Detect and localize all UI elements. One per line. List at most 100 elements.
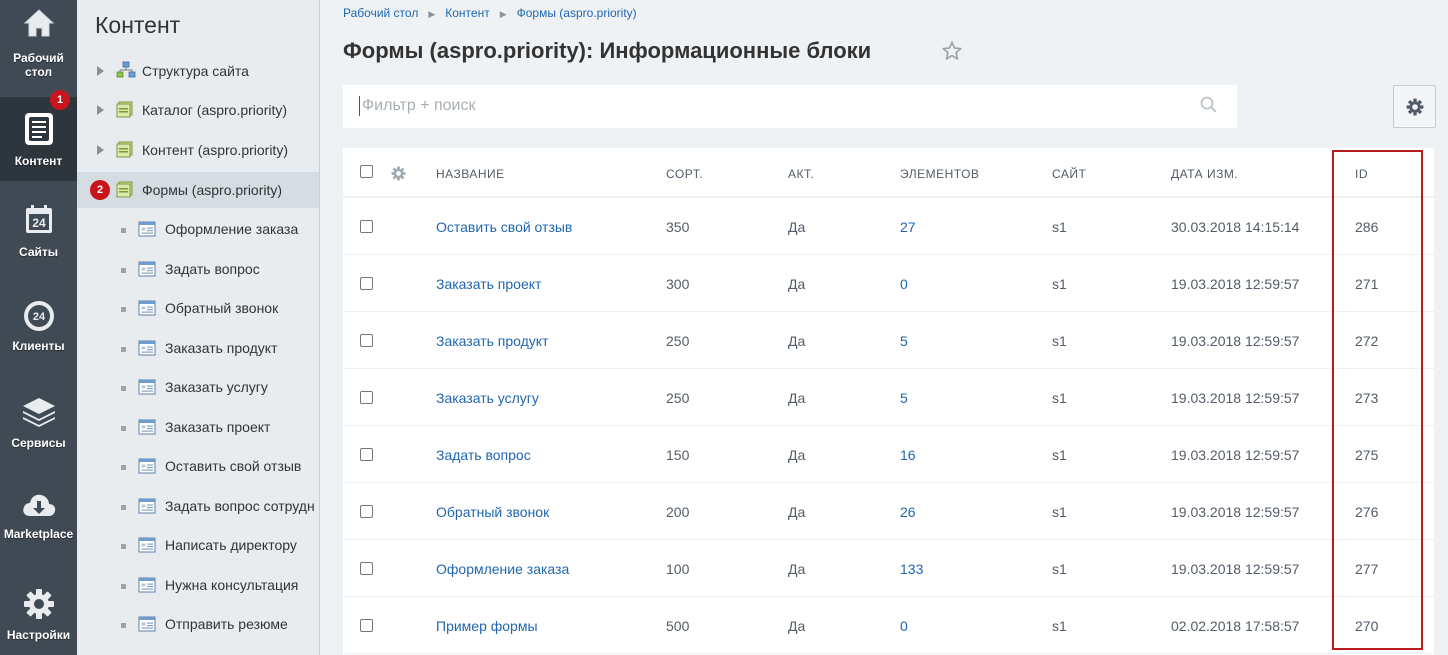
nav-marketplace[interactable]: Marketplace xyxy=(0,482,77,576)
row-sort: 300 xyxy=(666,276,690,292)
iblock-icon xyxy=(138,379,156,395)
table-row[interactable]: Обратный звонок 200 Да 26 s1 19.03.2018 12:59… xyxy=(343,483,1434,540)
tree-subitem[interactable]: Задать вопрос сотрудн xyxy=(77,488,319,524)
nav-services-label: Сервисы xyxy=(11,436,66,450)
row-elements-link[interactable]: 16 xyxy=(900,447,916,463)
tree-subitem[interactable]: Нужна консультация xyxy=(77,567,319,603)
table-row[interactable]: Пример формы 500 Да 0 s1 02.02.2018 17:58:57 2… xyxy=(343,597,1434,654)
row-name-link[interactable]: Пример формы xyxy=(436,618,538,634)
nav-desktop-label-2: стол xyxy=(24,65,53,79)
table-row[interactable]: Оформление заказа 100 Да 133 s1 19.03.2018 12… xyxy=(343,540,1434,597)
nav-desktop[interactable]: Рабочий стол xyxy=(0,0,77,94)
row-checkbox[interactable] xyxy=(360,448,373,461)
row-elements-link[interactable]: 0 xyxy=(900,276,908,292)
nav-desktop-label-1: Рабочий xyxy=(13,51,64,65)
tree-item-site-structure[interactable]: Структура сайта xyxy=(77,53,319,89)
row-site: s1 xyxy=(1052,390,1067,406)
settings-button[interactable] xyxy=(1393,85,1436,128)
filter-search-box[interactable] xyxy=(343,85,1237,128)
column-header-site[interactable]: САЙТ xyxy=(1052,167,1086,181)
row-name-link[interactable]: Задать вопрос xyxy=(436,447,531,463)
row-name-link[interactable]: Оставить свой отзыв xyxy=(436,219,572,235)
tree-subitem[interactable]: Написать директору xyxy=(77,527,319,563)
row-elements-link[interactable]: 26 xyxy=(900,504,916,520)
tree-subitem[interactable]: Обратный звонок xyxy=(77,290,319,326)
row-elements-link[interactable]: 5 xyxy=(900,333,908,349)
tree-item-catalog[interactable]: Каталог (aspro.priority) xyxy=(77,92,319,128)
row-name-link[interactable]: Обратный звонок xyxy=(436,504,549,520)
tree-subitem[interactable]: Заказать услугу xyxy=(77,369,319,405)
bitrix24-icon: 24 xyxy=(23,301,54,331)
row-checkbox[interactable] xyxy=(360,505,373,518)
column-header-date[interactable]: ДАТА ИЗМ. xyxy=(1171,167,1238,181)
row-checkbox[interactable] xyxy=(360,391,373,404)
search-input[interactable] xyxy=(359,96,1179,116)
tree-subitem[interactable]: Заказать продукт xyxy=(77,330,319,366)
tree-item-forms[interactable]: 2 Формы (aspro.priority) xyxy=(77,172,319,208)
tree-subitem[interactable]: Оформление заказа xyxy=(77,211,319,247)
table-row[interactable]: Задать вопрос 150 Да 16 s1 19.03.2018 12:59:5… xyxy=(343,426,1434,483)
nav-services[interactable]: Сервисы xyxy=(0,386,77,480)
iblock-icon xyxy=(138,419,156,434)
favorite-star-icon[interactable] xyxy=(941,40,963,62)
search-icon[interactable] xyxy=(1200,96,1218,114)
table-row[interactable]: Заказать услугу 250 Да 5 s1 19.03.2018 12:59:… xyxy=(343,369,1434,426)
row-checkbox[interactable] xyxy=(360,562,373,575)
svg-text:24: 24 xyxy=(32,216,46,230)
tree-subitem-label: Написать директору xyxy=(165,537,297,553)
breadcrumb-item-forms[interactable]: Формы (aspro.priority) xyxy=(517,6,637,20)
nav-clients-label: Клиенты xyxy=(12,339,65,353)
column-settings-gear-icon[interactable] xyxy=(391,166,406,181)
nav-clients[interactable]: 24 Клиенты xyxy=(0,289,77,383)
breadcrumb-item-content[interactable]: Контент xyxy=(445,6,489,20)
row-elements-link[interactable]: 27 xyxy=(900,219,916,235)
bullet-icon xyxy=(121,544,126,549)
row-name-link[interactable]: Оформление заказа xyxy=(436,561,569,577)
select-all-checkbox[interactable] xyxy=(360,165,373,178)
table-row[interactable]: Заказать продукт 250 Да 5 s1 19.03.2018 12:59… xyxy=(343,312,1434,369)
row-elements-link[interactable]: 133 xyxy=(900,561,923,577)
nav-sites[interactable]: 24 Сайты xyxy=(0,195,77,289)
row-sort: 150 xyxy=(666,447,690,463)
column-header-name[interactable]: НАЗВАНИЕ xyxy=(436,167,505,181)
iblock-table: НАЗВАНИЕ СОРТ. АКТ. ЭЛЕМЕНТОВ САЙТ ДАТА … xyxy=(343,148,1434,655)
row-checkbox[interactable] xyxy=(360,220,373,233)
row-elements-link[interactable]: 5 xyxy=(900,390,908,406)
gear-icon xyxy=(23,589,54,619)
bullet-icon xyxy=(121,346,126,352)
nav-content[interactable]: Контент 1 xyxy=(0,90,77,181)
row-checkbox[interactable] xyxy=(360,334,373,347)
row-name-link[interactable]: Заказать продукт xyxy=(436,333,549,349)
row-active: Да xyxy=(788,561,806,577)
tree-item-label: Структура сайта xyxy=(142,63,249,79)
row-active: Да xyxy=(788,276,806,292)
row-checkbox[interactable] xyxy=(360,619,373,632)
row-checkbox[interactable] xyxy=(360,277,373,290)
tree-subitem[interactable]: Задать вопрос xyxy=(77,251,319,287)
tree-subitem-label: Задать вопрос сотрудн xyxy=(165,497,315,514)
tree-subitem[interactable]: Оставить свой отзыв xyxy=(77,448,319,484)
nav-settings[interactable]: Настройки xyxy=(0,578,77,655)
row-date: 19.03.2018 12:59:57 xyxy=(1171,561,1300,577)
breadcrumb-separator-icon: ▶ xyxy=(499,9,507,19)
expand-arrow-icon[interactable] xyxy=(97,66,104,76)
column-header-sort[interactable]: СОРТ. xyxy=(666,167,703,181)
calendar-24-icon: 24 xyxy=(25,205,52,233)
table-row[interactable]: Заказать проект 300 Да 0 s1 19.03.2018 12:59:… xyxy=(343,255,1434,312)
column-header-elements[interactable]: ЭЛЕМЕНТОВ xyxy=(900,167,979,181)
row-name-link[interactable]: Заказать услугу xyxy=(436,390,539,406)
tree-subitem[interactable]: Заказать проект xyxy=(77,409,319,445)
expand-arrow-icon[interactable] xyxy=(97,105,104,115)
row-sort: 350 xyxy=(666,219,690,235)
tree-item-content[interactable]: Контент (aspro.priority) xyxy=(77,132,319,168)
table-row[interactable]: Оставить свой отзыв 350 Да 27 s1 30.03.2018 1… xyxy=(343,198,1434,255)
row-name-link[interactable]: Заказать проект xyxy=(436,276,541,292)
column-header-active[interactable]: АКТ. xyxy=(788,167,814,181)
tree-subitem[interactable]: Отправить резюме xyxy=(77,606,319,642)
row-elements-link[interactable]: 0 xyxy=(900,618,908,634)
expand-arrow-icon[interactable] xyxy=(97,145,104,155)
breadcrumb-item-desktop[interactable]: Рабочий стол xyxy=(343,6,418,20)
breadcrumb: Рабочий стол ▶ Контент ▶ Формы (aspro.priori… xyxy=(343,6,637,20)
row-active: Да xyxy=(788,504,806,520)
row-site: s1 xyxy=(1052,333,1067,349)
